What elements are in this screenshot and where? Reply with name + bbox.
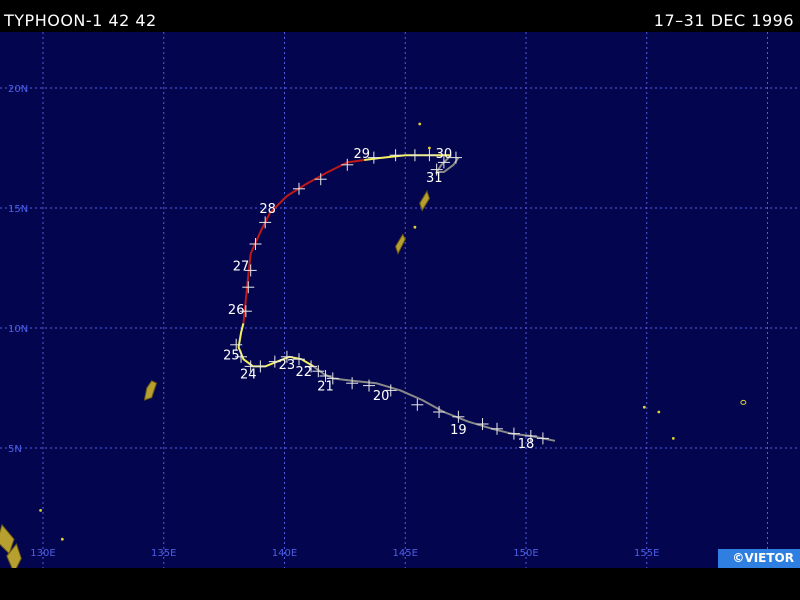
map-canvas: 181920212223242526272829 3031 20N15N10N5N… <box>0 32 800 574</box>
position-marker <box>346 377 359 390</box>
track-map: 18 19 20 21 22 23 24 25 26 27 28 29 30 31 20N 15N 10N 5N… <box>0 32 800 574</box>
islet-dot <box>657 410 661 414</box>
storm-title: TYPHOON-1 42 42 <box>4 11 157 30</box>
lat-lon-grid <box>0 32 800 568</box>
day-label: 25 <box>223 348 240 363</box>
position-marker <box>491 422 504 435</box>
position-marker <box>292 182 305 195</box>
day-label: 29 <box>354 147 371 162</box>
storm-track <box>237 154 556 442</box>
track-segment-typhoon <box>242 159 365 324</box>
position-marker <box>536 432 549 445</box>
day-label: 20 <box>373 389 390 404</box>
land-saipan <box>419 190 430 212</box>
track-segment-storm <box>237 322 314 368</box>
day-labels: 181920212223242526272829 3031 <box>223 147 534 452</box>
position-marker <box>408 149 421 162</box>
position-marker <box>341 158 354 171</box>
position-marker <box>314 173 327 186</box>
islet-dot <box>60 537 64 541</box>
lat-label: 10N <box>8 324 28 335</box>
date-range: 17–31 DEC 1996 <box>653 11 794 30</box>
islet-dot <box>428 146 431 150</box>
header-bar: TYPHOON-1 42 42 17–31 DEC 1996 <box>0 0 800 32</box>
atoll-ring <box>740 399 747 405</box>
lat-label: 20N <box>8 84 28 95</box>
islet-dot <box>413 225 417 229</box>
track-segment-depression <box>312 365 556 442</box>
land-masses <box>0 122 747 574</box>
day-label: 24 <box>240 368 257 383</box>
day-label: 30 <box>436 147 453 162</box>
footer-bar <box>0 568 800 600</box>
position-marker <box>389 149 402 162</box>
day-label: 26 <box>228 303 245 318</box>
day-label: 18 <box>518 437 535 452</box>
position-marker <box>452 410 465 423</box>
day-label: 19 <box>450 423 467 438</box>
day-label: 31 <box>426 171 443 186</box>
islet-dot <box>418 122 422 126</box>
day-label: 27 <box>233 260 250 275</box>
position-marker <box>242 281 255 294</box>
lon-label: 150E <box>513 548 538 559</box>
position-marker <box>249 238 262 250</box>
lat-label: 15N <box>8 204 28 215</box>
lon-label: 135E <box>151 548 176 559</box>
position-marker <box>423 149 436 162</box>
islet-dot <box>642 405 646 409</box>
lon-label: 155E <box>634 548 659 559</box>
track-markers <box>230 149 549 445</box>
lat-label: 5N <box>8 444 22 455</box>
islet-dot <box>39 509 42 512</box>
islet-dot <box>671 437 675 440</box>
lon-label: 140E <box>272 548 297 559</box>
lon-label: 130E <box>30 548 55 559</box>
position-marker <box>259 216 272 229</box>
day-label: 28 <box>259 202 276 217</box>
land-palau <box>143 380 158 401</box>
credit-badge: ©VIETOR <box>718 549 800 568</box>
land-guam <box>395 233 406 255</box>
day-label: 22 <box>296 365 313 380</box>
lon-label: 145E <box>393 548 418 559</box>
day-label: 21 <box>317 380 334 395</box>
day-label: 23 <box>279 358 296 373</box>
